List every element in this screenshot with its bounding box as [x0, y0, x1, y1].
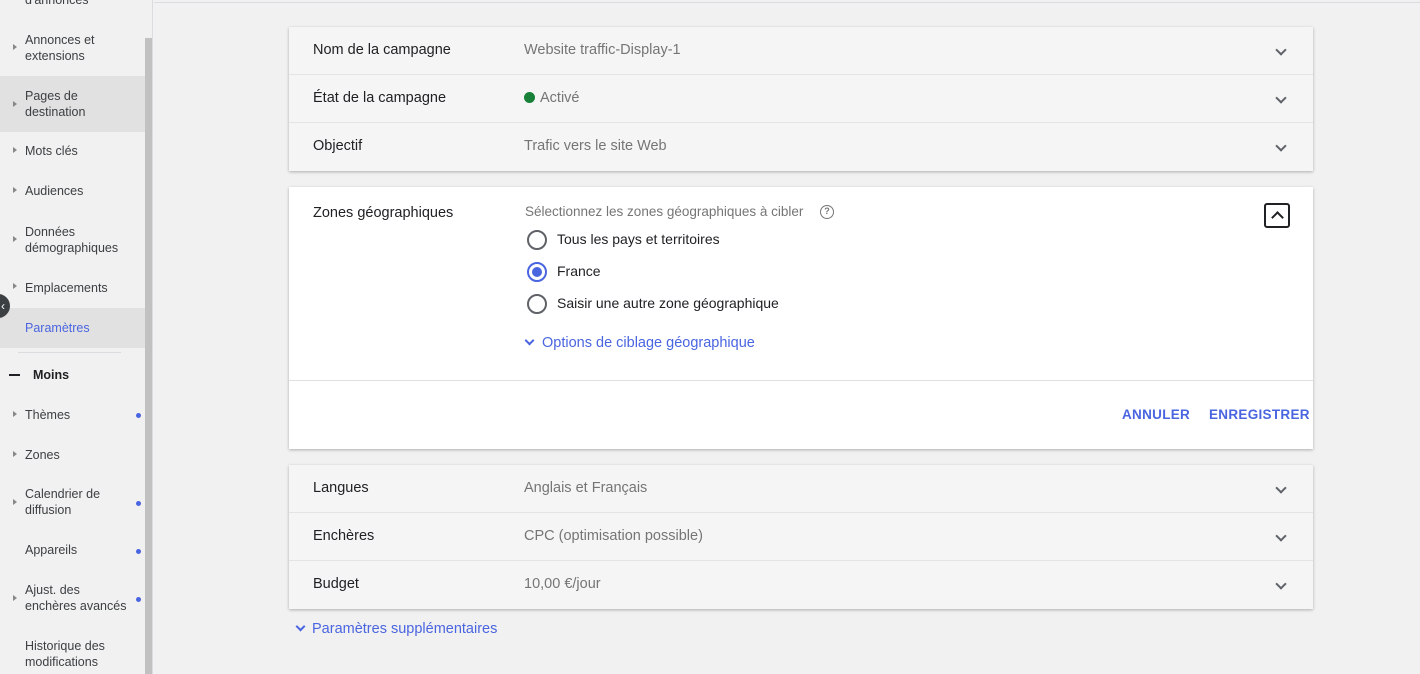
- collapse-section-button[interactable]: [1264, 203, 1290, 228]
- radio-other-location[interactable]: [527, 294, 547, 314]
- setting-row-campaign-status[interactable]: État de la campagne Activé: [289, 75, 1313, 123]
- chevron-right-icon: [13, 499, 17, 505]
- campaign-settings-card-2: Langues Anglais et Français Enchères CPC…: [289, 465, 1313, 609]
- chevron-right-icon: [13, 147, 17, 153]
- geo-section-title: Zones géographiques: [313, 205, 454, 221]
- sidebar-item-label: Emplacements: [25, 281, 108, 295]
- chevron-down-icon[interactable]: [1275, 140, 1287, 152]
- geo-divider: [289, 380, 1313, 381]
- sidebar-item-label: Zones: [25, 448, 60, 462]
- status-text: Activé: [540, 90, 580, 106]
- chevron-right-icon: [13, 283, 17, 289]
- sidebar-item-label: d'annonces: [25, 0, 89, 7]
- cancel-button[interactable]: ANNULER: [1122, 407, 1190, 422]
- setting-label: Enchères: [313, 528, 375, 544]
- setting-row-objective[interactable]: Objectif Trafic vers le site Web: [289, 123, 1313, 171]
- sidebar-item-label: Ajust. des enchères avancés: [25, 583, 127, 613]
- chevron-right-icon: [13, 595, 17, 601]
- sidebar-item-placements[interactable]: Emplacements: [0, 272, 145, 304]
- chevron-right-icon: [13, 44, 17, 50]
- new-indicator-dot: [136, 501, 141, 506]
- sidebar-item-label: Données démographiques: [25, 225, 119, 255]
- setting-label: Budget: [313, 576, 359, 592]
- status-active-icon: [524, 92, 535, 103]
- geo-targeting-options-label: Options de ciblage géographique: [542, 335, 755, 351]
- sidebar-item-label: Thèmes: [25, 408, 71, 422]
- additional-settings-link[interactable]: Paramètres supplémentaires: [295, 621, 497, 637]
- chevron-left-icon: ‹: [1, 299, 5, 313]
- setting-row-languages[interactable]: Langues Anglais et Français: [289, 465, 1313, 513]
- sidebar-item-label: Annonces et extensions: [25, 33, 95, 63]
- minus-icon[interactable]: [9, 374, 20, 376]
- chevron-down-icon[interactable]: [1275, 578, 1287, 590]
- geo-targeting-options-link[interactable]: Options de ciblage géographique: [524, 335, 755, 351]
- new-indicator-dot: [136, 549, 141, 554]
- setting-label: Objectif: [313, 138, 363, 154]
- sidebar-item-landing-pages[interactable]: Pages de destination: [0, 76, 145, 132]
- setting-value: Anglais et Français: [524, 480, 648, 496]
- sidebar-item-label: Appareils: [25, 543, 78, 557]
- radio-label[interactable]: Tous les pays et territoires: [557, 231, 720, 247]
- setting-row-budget[interactable]: Budget 10,00 €/jour: [289, 561, 1313, 609]
- sidebar-item-change-history[interactable]: Historique des modifications: [0, 636, 145, 674]
- radio-france[interactable]: [527, 262, 547, 282]
- sidebar-scrollbar[interactable]: [145, 38, 152, 674]
- geo-locations-card: Zones géographiques Sélectionnez les zon…: [289, 187, 1313, 449]
- additional-settings-label: Paramètres supplémentaires: [312, 621, 498, 637]
- sidebar-item-topics[interactable]: Thèmes: [0, 400, 145, 432]
- sidebar-item-label: Calendrier de diffusion: [25, 487, 101, 517]
- setting-value: 10,00 €/jour: [524, 576, 601, 592]
- chevron-right-icon: [13, 101, 17, 107]
- radio-label[interactable]: Saisir une autre zone géographique: [557, 295, 779, 311]
- chevron-down-icon: [524, 335, 535, 346]
- chevron-down-icon[interactable]: [1275, 92, 1287, 104]
- campaign-settings-card: Nom de la campagne Website traffic-Displ…: [289, 27, 1313, 171]
- chevron-down-icon[interactable]: [1275, 530, 1287, 542]
- chevron-right-icon: [13, 451, 17, 457]
- chevron-right-icon: [13, 236, 17, 242]
- sidebar-item-label: Paramètres: [25, 321, 90, 335]
- setting-value: CPC (optimisation possible): [524, 528, 703, 544]
- sidebar-item-label: Mots clés: [25, 144, 78, 158]
- chevron-down-icon[interactable]: [1275, 44, 1287, 56]
- sidebar-less-toggle[interactable]: Moins: [33, 368, 69, 382]
- geo-prompt: Sélectionnez les zones géographiques à c…: [525, 204, 804, 219]
- new-indicator-dot: [136, 597, 141, 602]
- sidebar-item-keywords[interactable]: Mots clés: [0, 136, 145, 168]
- setting-label: Nom de la campagne: [313, 42, 451, 58]
- setting-value: Activé: [524, 90, 580, 106]
- setting-label: Langues: [313, 480, 369, 496]
- setting-row-campaign-name[interactable]: Nom de la campagne Website traffic-Displ…: [289, 27, 1313, 75]
- sidebar-item-locations[interactable]: Zones: [0, 440, 145, 472]
- setting-value: Trafic vers le site Web: [524, 138, 667, 154]
- new-indicator-dot: [136, 413, 141, 418]
- sidebar-item-ad-schedule[interactable]: Calendrier de diffusion: [0, 484, 145, 528]
- radio-label[interactable]: France: [557, 263, 601, 279]
- header-divider: [154, 2, 1420, 3]
- sidebar-item-devices[interactable]: Appareils: [0, 536, 145, 568]
- sidebar-item-label: Pages de destination: [25, 89, 86, 119]
- chevron-down-icon: [295, 621, 306, 632]
- setting-row-bidding[interactable]: Enchères CPC (optimisation possible): [289, 513, 1313, 561]
- sidebar-item-label: Historique des modifications: [25, 639, 105, 669]
- setting-value: Website traffic-Display-1: [524, 42, 681, 58]
- sidebar-item-demographics[interactable]: Données démographiques: [0, 220, 145, 264]
- sidebar-item-advanced-bid-adj[interactable]: Ajust. des enchères avancés: [0, 580, 145, 624]
- sidebar-item-label: Audiences: [25, 184, 84, 198]
- setting-label: État de la campagne: [313, 90, 447, 106]
- sidebar-item-ads-extensions[interactable]: Annonces et extensions: [0, 28, 145, 72]
- sidebar-item-audiences[interactable]: Audiences: [0, 176, 145, 208]
- sidebar-item-settings[interactable]: Paramètres: [0, 308, 145, 348]
- help-icon[interactable]: ?: [820, 205, 834, 219]
- chevron-down-icon[interactable]: [1275, 482, 1287, 494]
- save-button[interactable]: ENREGISTRER: [1209, 407, 1310, 422]
- sidebar-nav: d'annonces Annonces et extensions Pages …: [0, 0, 153, 674]
- sidebar-item-ad-groups[interactable]: d'annonces: [0, 0, 145, 8]
- sidebar-divider: [18, 352, 121, 353]
- chevron-right-icon: [13, 187, 17, 193]
- radio-all-countries[interactable]: [527, 230, 547, 250]
- chevron-right-icon: [13, 411, 17, 417]
